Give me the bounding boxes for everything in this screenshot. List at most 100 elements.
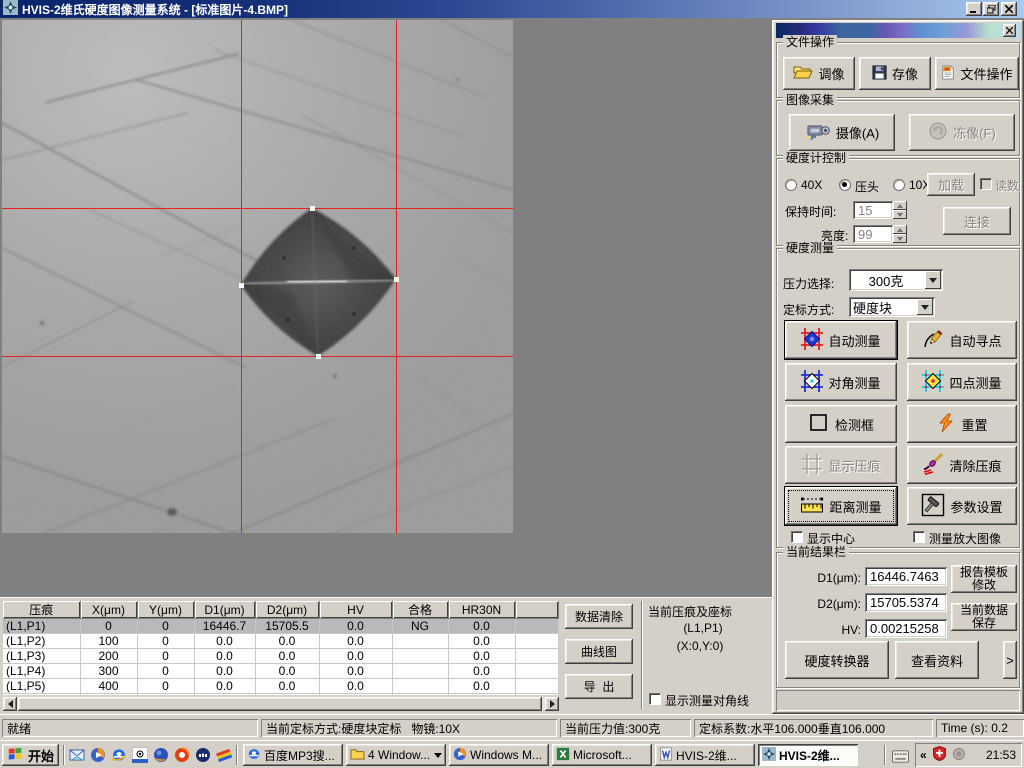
save-image-button[interactable]: 存像 [859, 57, 931, 90]
export-button[interactable]: 导 出 [565, 674, 633, 699]
zoom-image-label: 测量放大图像 [929, 530, 1001, 547]
restore-button[interactable] [983, 2, 999, 16]
table-row[interactable]: (L1,P5)40000.00.00.00.0 [3, 679, 559, 694]
current-indent-title: 当前压痕及座标 [648, 603, 732, 620]
outlook-express-icon[interactable] [68, 746, 85, 763]
internet-explorer-icon [247, 747, 261, 764]
tray-chevron-icon[interactable]: « [920, 748, 927, 762]
task-microsoft-excel[interactable]: Microsoft... [552, 744, 652, 766]
media-player-icon[interactable] [89, 746, 106, 763]
freeze-button[interactable]: 冻像(F) [909, 114, 1015, 151]
floppy-icon [872, 65, 887, 83]
diagonal-measure-button[interactable]: 对角测量 [785, 363, 897, 401]
hold-time-stepper[interactable] [893, 201, 907, 219]
scroll-left-icon[interactable] [3, 697, 17, 711]
swirl-app-icon[interactable] [173, 746, 190, 763]
scrollbar-thumb[interactable] [18, 697, 542, 711]
msn-icon[interactable] [194, 746, 211, 763]
clock[interactable]: 21:53 [986, 748, 1022, 762]
more-button[interactable]: > [1003, 641, 1017, 679]
document-icon [941, 65, 955, 83]
zoom-image-checkbox[interactable] [913, 531, 925, 543]
window-title: HVIS-2维氏硬度图像测量系统 - [标准图片-4.BMP] [22, 1, 288, 18]
media-app-icon[interactable] [215, 746, 232, 763]
brightness-field[interactable]: 99 [853, 225, 893, 243]
dropdown-arrow-icon[interactable] [925, 271, 941, 289]
close-button[interactable] [1001, 2, 1017, 16]
app-icon[interactable] [3, 0, 18, 18]
camera-icon [805, 121, 831, 144]
calibration-label: 定标方式: [783, 301, 834, 318]
task-baidu-mp3[interactable]: 百度MP3搜... [243, 744, 343, 766]
table-hscrollbar[interactable] [3, 697, 559, 711]
globe-browser-icon[interactable] [152, 746, 169, 763]
save-data-button[interactable]: 当前数据保存 [951, 603, 1017, 631]
detect-frame-button[interactable]: 检测框 [785, 405, 897, 443]
d1-field[interactable]: 16446.7463 [865, 567, 947, 586]
clear-data-button[interactable]: 数据清除 [565, 604, 633, 629]
file-operations-button[interactable]: 文件操作 [935, 57, 1019, 90]
four-point-measure-button[interactable]: 四点测量 [907, 363, 1017, 401]
task-group-dropdown-icon[interactable] [434, 753, 442, 758]
read-checkbox[interactable] [980, 178, 992, 190]
table-row[interactable]: (L1,P1)0016446.715705.50.0NG0.0 [3, 619, 559, 634]
panel-close-icon[interactable] [1003, 24, 1016, 37]
show-diagonal-label: 显示测量对角线 [665, 692, 749, 709]
four-point-icon [922, 370, 944, 395]
clear-indent-button[interactable]: 清除压痕 [907, 446, 1017, 484]
keyboard-layout-icon[interactable] [892, 748, 909, 765]
reset-button[interactable]: 重置 [907, 405, 1017, 443]
distance-measure-button[interactable]: 距离测量 [785, 487, 897, 525]
pressure-select[interactable]: 300克 [849, 269, 943, 291]
current-indent-point: (L1,P1) [648, 621, 758, 635]
curve-chart-button[interactable]: 曲线图 [565, 639, 633, 664]
hold-time-field[interactable]: 15 [853, 201, 893, 219]
load-image-button[interactable]: 调像 [783, 57, 855, 90]
radio-10x[interactable] [893, 179, 905, 191]
internet-explorer-icon[interactable] [110, 746, 127, 763]
image-grain [2, 20, 513, 533]
volume-icon[interactable] [952, 747, 966, 764]
eye-app-icon[interactable] [131, 746, 148, 763]
task-hvis-app[interactable]: HVIS-2维... [758, 744, 858, 766]
task-windows-group[interactable]: 4 Window... [346, 744, 446, 766]
task-hvis-document[interactable]: HVIS-2维... [655, 744, 755, 766]
auto-find-button[interactable]: 自动寻点 [907, 321, 1017, 359]
control-panel: 文件操作 调像 存像 文件操作 图像采集 摄像(A) 冻像( [772, 20, 1024, 714]
table-row[interactable]: (L1,P4)30000.00.00.00.0 [3, 664, 559, 679]
calibration-select[interactable]: 硬度块 [849, 297, 935, 317]
results-table[interactable]: 压痕X(μm)Y(μm)D1(μm)D2(μm)HV合格HR30N (L1,P1… [3, 601, 559, 695]
security-shield-icon[interactable] [932, 746, 947, 764]
minimize-button[interactable] [966, 2, 982, 16]
table-row[interactable]: (L1,P2)10000.00.00.00.0 [3, 634, 559, 649]
view-data-button[interactable]: 查看资料 [895, 641, 979, 679]
radio-40x[interactable] [785, 179, 797, 191]
radio-indenter[interactable] [839, 179, 851, 191]
start-button[interactable]: 开始 [2, 744, 59, 766]
scroll-right-icon[interactable] [545, 697, 559, 711]
load-button[interactable]: 加载 [927, 173, 975, 196]
show-diagonal-checkbox[interactable] [649, 693, 661, 705]
hold-time-label: 保持时间: [785, 203, 836, 220]
report-template-button[interactable]: 报告模板修改 [951, 565, 1017, 593]
show-indent-button[interactable]: 显示压痕 [785, 446, 897, 484]
capture-button[interactable]: 摄像(A) [789, 114, 895, 151]
table-row[interactable]: (L1,P3)20000.00.00.00.0 [3, 649, 559, 664]
auto-measure-button[interactable]: 自动测量 [785, 321, 897, 359]
brightness-stepper[interactable] [893, 225, 907, 243]
title-bar: HVIS-2维氏硬度图像测量系统 - [标准图片-4.BMP] [0, 0, 1024, 18]
show-center-checkbox[interactable] [791, 531, 803, 543]
connect-button[interactable]: 连接 [943, 207, 1011, 235]
specimen-image[interactable] [2, 20, 513, 533]
hardness-converter-button[interactable]: 硬度转换器 [785, 641, 889, 679]
hv-field[interactable]: 0.00215258 [865, 619, 947, 638]
parameter-settings-button[interactable]: 参数设置 [907, 487, 1017, 525]
dropdown-arrow-icon[interactable] [917, 299, 933, 315]
lightning-icon [936, 413, 956, 436]
task-windows-media[interactable]: Windows M... [449, 744, 549, 766]
word-icon [659, 747, 673, 764]
taskbar-divider [884, 745, 886, 765]
measure-group-title: 硬度测量 [783, 241, 837, 255]
d2-field[interactable]: 15705.5374 [865, 593, 947, 612]
results-section: 压痕X(μm)Y(μm)D1(μm)D2(μm)HV合格HR30N (L1,P1… [0, 597, 772, 714]
